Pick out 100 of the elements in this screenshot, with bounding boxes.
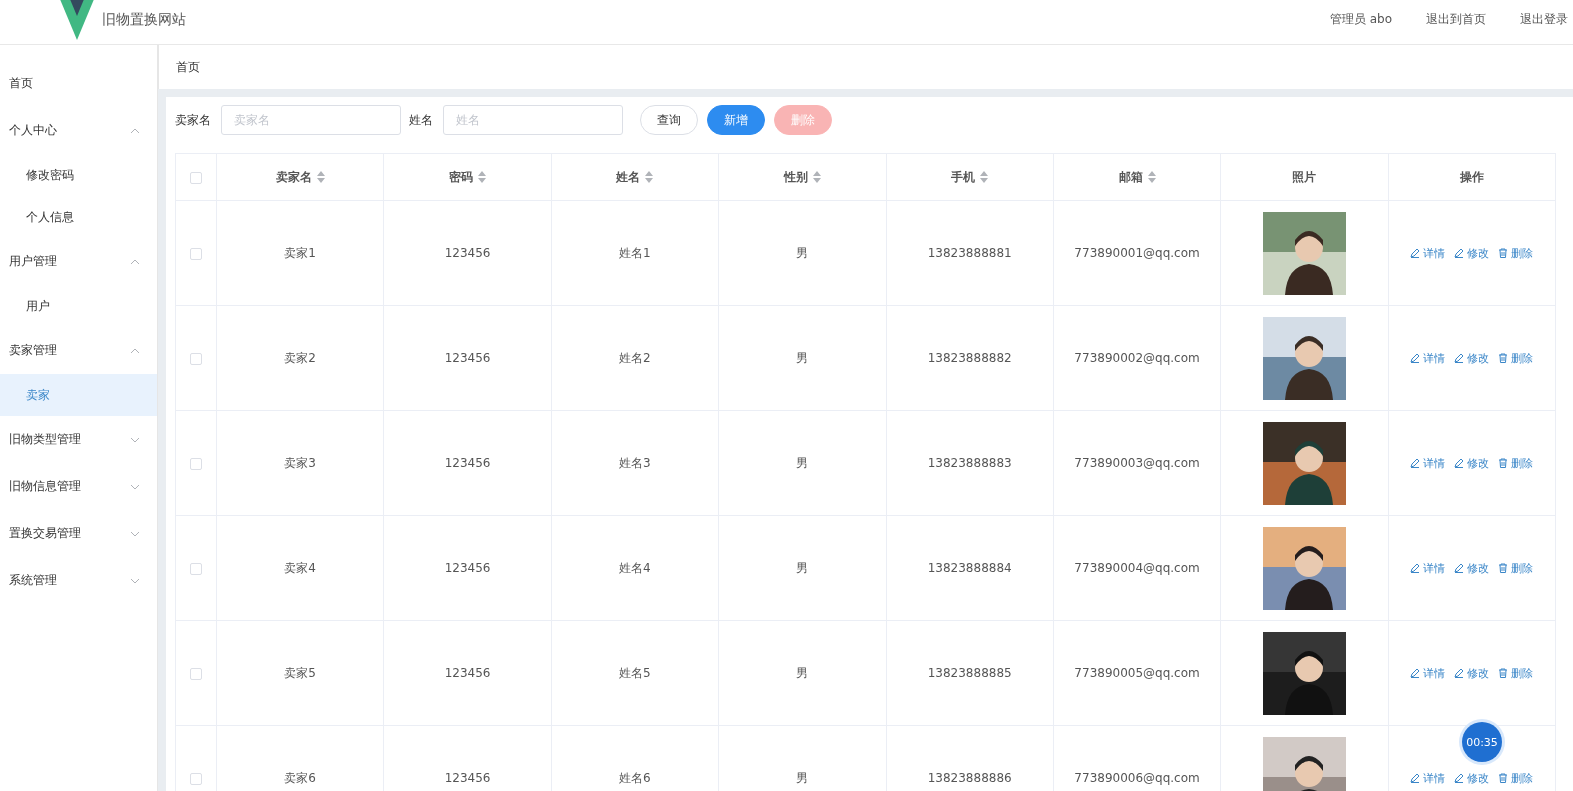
table-cell: 13823888884: [886, 515, 1054, 621]
row-action-link[interactable]: 删除: [1498, 455, 1534, 471]
table-cell: 姓名2: [551, 305, 719, 411]
checkbox[interactable]: [190, 352, 202, 365]
search-field[interactable]: 姓名: [443, 105, 623, 135]
table-cell: 123456: [383, 515, 552, 621]
checkbox[interactable]: [190, 772, 202, 785]
submenu-item[interactable]: 用户: [0, 285, 157, 327]
pencil-icon: [1410, 248, 1421, 258]
column-header: 操作: [1388, 153, 1556, 201]
table-cell: 卖家1: [216, 200, 384, 306]
pencil-icon: [1410, 353, 1421, 363]
menu-item[interactable]: 卖家管理: [0, 327, 157, 374]
breadcrumb[interactable]: 首页: [176, 58, 200, 76]
table-cell: 男: [718, 515, 886, 621]
table-cell: 姓名3: [551, 410, 719, 516]
pencil-icon: [1454, 773, 1465, 783]
table-cell: 13823888883: [886, 410, 1054, 516]
checkbox[interactable]: [190, 171, 202, 184]
row-action-link[interactable]: 删除: [1498, 665, 1534, 681]
submenu-item[interactable]: 个人信息: [0, 196, 157, 238]
trash-icon: [1498, 668, 1509, 678]
action-button[interactable]: 查询: [640, 105, 698, 135]
table-cell: 卖家2: [216, 305, 384, 411]
submenu-item[interactable]: 修改密码: [0, 154, 157, 196]
field-label: 姓名: [409, 111, 433, 129]
pencil-icon: [1410, 458, 1421, 468]
menu-item[interactable]: 旧物信息管理: [0, 463, 157, 510]
row-action-link[interactable]: 详情: [1410, 455, 1446, 471]
header-link[interactable]: 退出到首页: [1426, 11, 1486, 28]
table-cell: 13823888881: [886, 200, 1054, 306]
header-link[interactable]: 管理员 abo: [1329, 11, 1392, 28]
table-cell: 男: [718, 620, 886, 726]
checkbox[interactable]: [190, 457, 202, 470]
pencil-icon: [1454, 248, 1465, 258]
row-action-link[interactable]: 删除: [1498, 245, 1534, 261]
row-action-link[interactable]: 删除: [1498, 350, 1534, 366]
row-action-link[interactable]: 修改: [1454, 245, 1490, 261]
menu-item[interactable]: 旧物类型管理: [0, 416, 157, 463]
table-cell: 13823888882: [886, 305, 1054, 411]
row-action-link[interactable]: 详情: [1410, 245, 1446, 261]
row-action-link[interactable]: 修改: [1454, 770, 1490, 786]
table-cell: 卖家3: [216, 410, 384, 516]
pencil-icon: [1454, 563, 1465, 573]
checkbox[interactable]: [190, 562, 202, 575]
menu-item[interactable]: 首页: [0, 60, 157, 107]
pencil-icon: [1410, 563, 1421, 573]
table-cell: 姓名5: [551, 620, 719, 726]
column-header[interactable]: 性别: [718, 153, 886, 201]
row-action-link[interactable]: 详情: [1410, 770, 1446, 786]
column-header[interactable]: 卖家名: [216, 153, 384, 201]
trash-icon: [1498, 458, 1509, 468]
submenu-item[interactable]: 卖家: [0, 374, 157, 416]
menu-item[interactable]: 个人中心: [0, 107, 157, 154]
pencil-icon: [1410, 773, 1421, 783]
row-action-link[interactable]: 删除: [1498, 560, 1534, 576]
column-header[interactable]: 手机: [886, 153, 1054, 201]
menu-item[interactable]: 系统管理: [0, 557, 157, 604]
checkbox[interactable]: [190, 247, 202, 260]
column-header[interactable]: 密码: [383, 153, 552, 201]
table-cell: 卖家5: [216, 620, 384, 726]
table-cell: 773890005@qq.com: [1053, 620, 1221, 726]
table-cell: 773890001@qq.com: [1053, 200, 1221, 306]
trash-icon: [1498, 773, 1509, 783]
trash-icon: [1498, 353, 1509, 363]
table-cell: 123456: [383, 200, 552, 306]
row-action-link[interactable]: 修改: [1454, 455, 1490, 471]
table-cell: 773890003@qq.com: [1053, 410, 1221, 516]
menu-item[interactable]: 置换交易管理: [0, 510, 157, 557]
checkbox[interactable]: [190, 667, 202, 680]
pencil-icon: [1454, 458, 1465, 468]
table-cell: 123456: [383, 410, 552, 516]
row-action-link[interactable]: 详情: [1410, 350, 1446, 366]
search-field[interactable]: 卖家名: [221, 105, 401, 135]
column-header: 照片: [1220, 153, 1389, 201]
row-action-link[interactable]: 修改: [1454, 560, 1490, 576]
column-header[interactable]: 邮箱: [1053, 153, 1221, 201]
table-cell: 773890004@qq.com: [1053, 515, 1221, 621]
column-header[interactable]: 姓名: [551, 153, 719, 201]
table-cell: 姓名4: [551, 515, 719, 621]
field-label: 卖家名: [175, 111, 211, 129]
table-cell: 姓名1: [551, 200, 719, 306]
table-cell: 123456: [383, 305, 552, 411]
table-cell: 男: [718, 200, 886, 306]
table-cell: 13823888885: [886, 620, 1054, 726]
pencil-icon: [1410, 668, 1421, 678]
trash-icon: [1498, 248, 1509, 258]
row-action-link[interactable]: 修改: [1454, 665, 1490, 681]
row-action-link[interactable]: 详情: [1410, 665, 1446, 681]
pencil-icon: [1454, 353, 1465, 363]
header-link[interactable]: 退出登录: [1520, 11, 1568, 28]
table-cell: 123456: [383, 620, 552, 726]
table-cell: 卖家4: [216, 515, 384, 621]
row-action-link[interactable]: 删除: [1498, 770, 1534, 786]
trash-icon: [1498, 563, 1509, 573]
row-action-link[interactable]: 修改: [1454, 350, 1490, 366]
site-title: 旧物置换网站: [102, 11, 186, 29]
row-action-link[interactable]: 详情: [1410, 560, 1446, 576]
recording-timer[interactable]: 00:35: [1462, 722, 1502, 762]
menu-item[interactable]: 用户管理: [0, 238, 157, 285]
